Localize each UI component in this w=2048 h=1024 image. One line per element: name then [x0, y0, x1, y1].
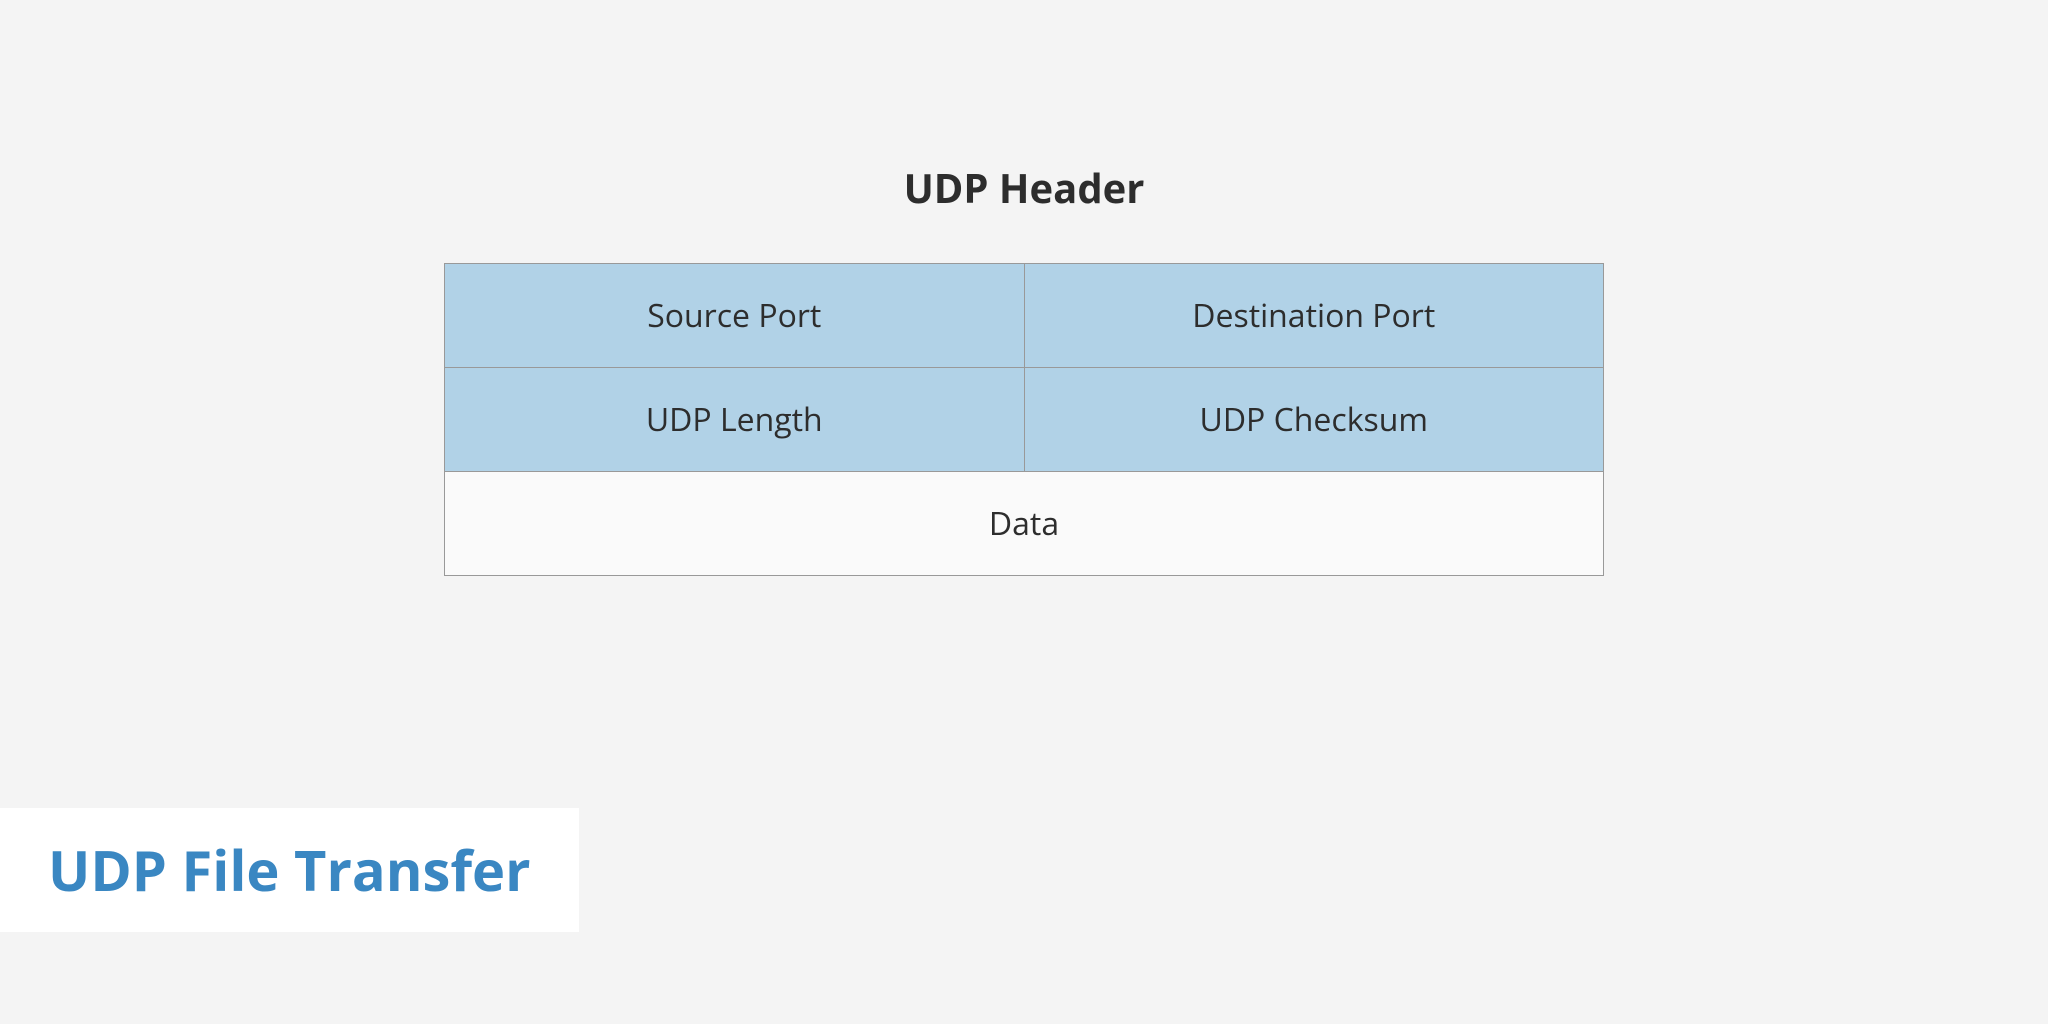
diagram-title: UDP Header — [444, 160, 1604, 215]
destination-port-cell: Destination Port — [1024, 264, 1604, 368]
table-row: Data — [445, 472, 1604, 576]
data-cell: Data — [445, 472, 1604, 576]
caption-box: UDP File Transfer — [0, 808, 579, 932]
udp-header-table: Source Port Destination Port UDP Length … — [444, 263, 1604, 576]
table-row: UDP Length UDP Checksum — [445, 368, 1604, 472]
caption-text: UDP File Transfer — [48, 832, 531, 908]
table-row: Source Port Destination Port — [445, 264, 1604, 368]
udp-header-diagram: UDP Header Source Port Destination Port … — [444, 160, 1604, 576]
udp-checksum-cell: UDP Checksum — [1024, 368, 1604, 472]
source-port-cell: Source Port — [445, 264, 1025, 368]
udp-length-cell: UDP Length — [445, 368, 1025, 472]
